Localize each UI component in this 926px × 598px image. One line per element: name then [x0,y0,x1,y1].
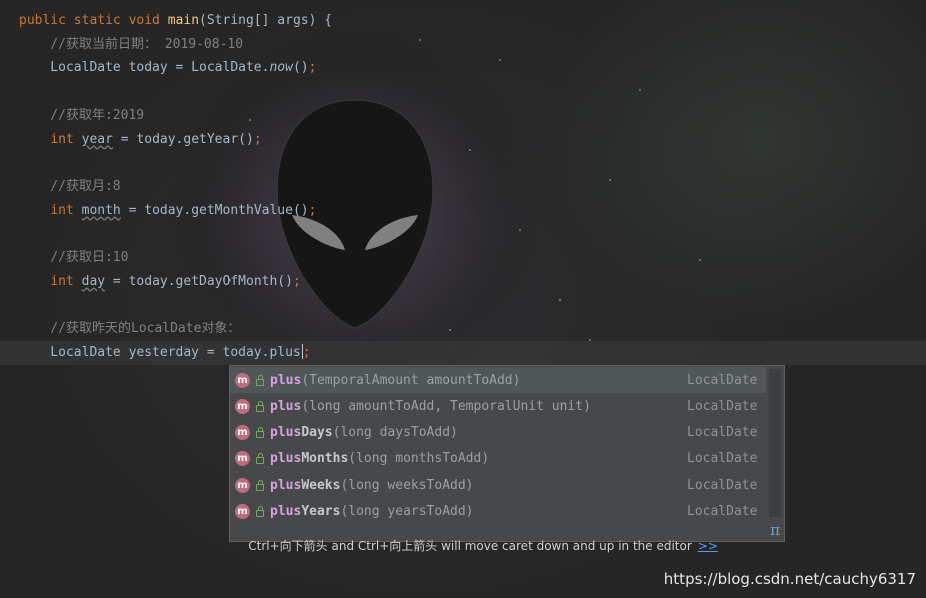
code-line[interactable]: LocalDate yesterday = today.plus; [0,340,926,365]
code-token: //获取日:10 [19,250,129,265]
code-token: ; [302,344,311,360]
public-access-icon [256,427,264,439]
code-line[interactable]: //获取月:8 [0,175,926,199]
code-line[interactable]: int year = today.getYear(); [0,128,926,152]
method-icon: m [235,372,250,388]
code-line[interactable] [0,222,926,246]
completion-item-type: LocalDate [687,398,758,414]
code-token: month [81,202,121,218]
code-token: int [50,131,82,147]
public-access-icon [256,374,264,386]
completion-item-type: LocalDate [687,372,758,388]
code-line[interactable]: int day = today.getDayOfMonth(); [0,270,926,294]
method-icon: m [235,477,250,493]
completion-scrollbar[interactable] [769,369,781,517]
pi-icon[interactable]: π [770,521,780,539]
public-access-icon [256,400,264,412]
method-icon: m [235,451,250,467]
completion-item[interactable]: m plus (TemporalAmount amountToAdd) LocalDa… [230,367,766,393]
code-token: //获取昨天的LocalDate对象： [19,321,241,337]
code-token: ; [308,202,317,218]
code-line[interactable] [0,293,926,317]
method-icon: m [235,504,250,519]
code-line[interactable] [0,80,926,104]
completion-item-params: (TemporalAmount amountToAdd) [301,372,521,388]
code-token: ; [292,273,301,289]
code-token: ; [308,60,317,76]
more-link[interactable]: >> [698,539,718,553]
code-token: = today.getDayOfMonth() [105,273,293,289]
completion-match: plus [270,372,302,388]
code-token: //获取月:8 [19,178,121,194]
code-line[interactable]: int month = today.getMonthValue(); [0,199,926,223]
method-icon: m [235,398,250,414]
completion-item[interactable]: m plusWeeks (long weeksToAdd) LocalDate [230,472,766,498]
completion-match: plus [270,398,302,414]
completion-name-rest: Years [301,504,341,519]
completion-item-type: LocalDate [687,451,758,467]
completion-item-name: plus [270,373,301,388]
completion-match: plus [270,425,302,441]
code-completion-popup: m plus (TemporalAmount amountToAdd) LocalDa… [229,365,785,553]
completion-item-params: (long daysToAdd) [332,425,458,441]
code-token: now [269,60,293,76]
completion-item-params: (long weeksToAdd) [340,477,474,493]
completion-item-name: plusYears [270,504,340,519]
completion-item[interactable]: m plus (long amountToAdd, TemporalUnit uni… [230,393,766,419]
public-access-icon [256,453,264,465]
code-line[interactable]: //获取日:10 [0,246,926,270]
completion-item-name: plusDays [270,425,333,440]
code-token: //获取年:2019 [19,107,145,123]
code-token: ; [253,131,262,147]
completion-name-rest: Months [301,451,349,467]
code-token: () [292,60,309,76]
completion-match: plus [270,451,302,467]
completion-item-name: plusMonths [270,451,348,466]
public-access-icon [256,506,264,517]
completion-item-params: (long yearsToAdd) [340,504,474,519]
code-line[interactable] [0,151,926,175]
code-line[interactable]: //获取昨天的LocalDate对象： [0,317,926,341]
code-token: int [50,202,82,218]
public-access-icon [256,479,264,491]
code-token: year [81,131,113,147]
completion-name-rest: Weeks [301,477,341,493]
code-line[interactable]: //获取年:2019 [0,104,926,128]
completion-item[interactable]: m plusDays (long daysToAdd) LocalDate [230,420,766,446]
completion-item-name: plus [270,399,301,414]
completion-hint: Ctrl+向下箭头 and Ctrl+向上箭头 will move caret … [230,523,784,553]
completion-item-type: LocalDate [687,425,758,441]
completion-item-type: LocalDate [687,504,758,519]
code-token: LocalDate yesterday = today.plus [19,344,301,360]
code-token: public static void [19,13,168,28]
completion-item-params: (long amountToAdd, TemporalUnit unit) [301,398,591,414]
code-token: = today.getMonthValue() [120,202,309,218]
code-line[interactable]: LocalDate today = LocalDate.now(); [0,56,926,80]
code-token: int [50,273,82,289]
code-line[interactable]: //获取当前日期： 2019-08-10 [0,33,926,57]
code-token: //获取当前日期： 2019-08-10 [19,36,244,52]
completion-item[interactable]: m plusMonths (long monthsToAdd) LocalDate [230,446,766,472]
completion-item[interactable]: m plusYears (long yearsToAdd) LocalDate [230,499,766,525]
completion-hint-text: Ctrl+向下箭头 and Ctrl+向上箭头 will move caret … [248,539,692,553]
code-line[interactable]: public static void main(String[] args) { [0,9,926,33]
completion-item-name: plusWeeks [270,478,340,493]
completion-match: plus [270,477,302,493]
method-icon: m [235,425,250,441]
completion-match: plus [270,504,302,519]
completion-name-rest: Days [301,425,333,441]
code-token: (String[] args) { [199,13,333,28]
code-token: day [81,273,106,289]
code-token: main [167,13,200,28]
code-token: LocalDate today = LocalDate. [19,60,270,76]
code-token: = today.getYear() [112,131,254,147]
watermark: https://blog.csdn.net/cauchy6317 [663,570,916,588]
completion-item-type: LocalDate [687,477,758,493]
completion-item-params: (long monthsToAdd) [348,451,490,467]
